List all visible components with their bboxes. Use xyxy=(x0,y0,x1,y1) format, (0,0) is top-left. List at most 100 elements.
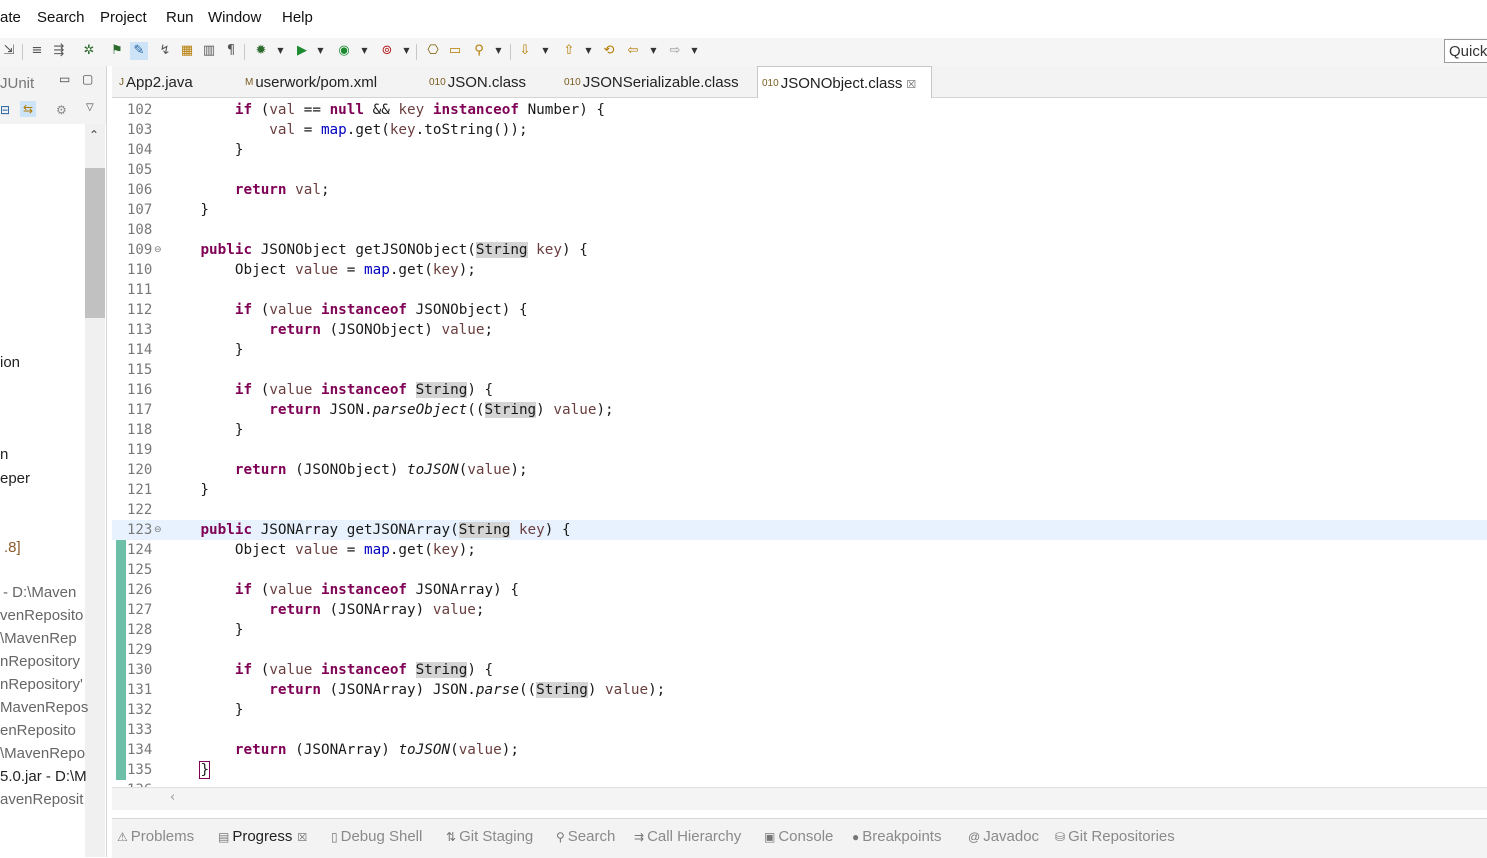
tab-userwork-pom-xml[interactable]: Muserwork/pom.xml xyxy=(241,66,415,98)
tree-item[interactable]: nRepository xyxy=(0,653,80,670)
code-line[interactable]: 118 } xyxy=(112,420,1487,440)
quick-access-input[interactable]: Quick xyxy=(1444,39,1487,63)
tree-item[interactable]: venReposito xyxy=(0,607,83,624)
tree-item[interactable]: \MavenRepo xyxy=(0,745,85,762)
collapse-all-icon[interactable]: ⊟ xyxy=(0,103,10,117)
view-tab-call-hierarchy[interactable]: ⇉ Call Hierarchy xyxy=(634,827,741,847)
word-wrap-icon[interactable]: ↯ xyxy=(156,42,174,60)
view-tab-problems[interactable]: ⚠ Problems xyxy=(117,827,194,847)
horizontal-scrollbar[interactable]: ‹ xyxy=(112,787,1487,810)
tree-item[interactable]: n xyxy=(0,446,8,463)
coverage-icon[interactable]: ◉ xyxy=(335,42,353,60)
last-edit-icon[interactable]: ⟲ xyxy=(600,42,618,60)
scroll-left-icon[interactable]: ‹ xyxy=(170,790,175,805)
code-line[interactable]: 110 Object value = map.get(key); xyxy=(112,260,1487,280)
minimize-icon[interactable]: ▭ xyxy=(59,72,70,86)
scroll-up-icon[interactable]: ⌃ xyxy=(89,128,99,142)
tree-item[interactable]: avenReposit xyxy=(0,791,83,808)
code-line[interactable]: 105 xyxy=(112,160,1487,180)
run-icon[interactable]: ▶ xyxy=(293,42,311,60)
debug-dropdown-icon[interactable]: ▼ xyxy=(276,42,285,60)
code-line[interactable]: 130 if (value instanceof String) { xyxy=(112,660,1487,680)
code-line[interactable]: 136 xyxy=(112,780,1487,787)
next-annotation-dropdown-icon[interactable]: ▼ xyxy=(541,42,550,60)
debug-skip-icon[interactable]: ✲ xyxy=(80,42,98,60)
toggle-comment-icon[interactable]: ≡ xyxy=(28,42,46,60)
code-line[interactable]: 111 xyxy=(112,280,1487,300)
code-line[interactable]: 133 xyxy=(112,720,1487,740)
menu-help[interactable]: Help xyxy=(282,9,313,26)
code-line[interactable]: 123 ⊖ public JSONArray getJSONArray(Strin… xyxy=(112,520,1487,540)
code-line[interactable]: 108 xyxy=(112,220,1487,240)
new-java-project-icon[interactable]: ⎔ xyxy=(424,42,442,60)
tab-json-class[interactable]: 010 JSON.class xyxy=(425,66,549,98)
menu-window[interactable]: Window xyxy=(208,9,261,26)
code-line[interactable]: 128 } xyxy=(112,620,1487,640)
run-dropdown-icon[interactable]: ▼ xyxy=(316,42,325,60)
code-line[interactable]: 126 if (value instanceof JSONArray) { xyxy=(112,580,1487,600)
code-line[interactable]: 131 return (JSONArray) JSON.parse((Strin… xyxy=(112,680,1487,700)
tree-item[interactable]: MavenRepos xyxy=(0,699,88,716)
tab-jsonobject-class[interactable]: 010 JSONObject.class ☒ xyxy=(757,66,932,99)
menu-run[interactable]: Run xyxy=(166,9,194,26)
view-tab-progress[interactable]: ▤ Progress ☒ xyxy=(218,827,307,848)
view-tab-git-staging[interactable]: ⇅ Git Staging xyxy=(446,827,533,847)
code-line[interactable]: 103 val = map.get(key.toString()); xyxy=(112,120,1487,140)
external-tools-dropdown-icon[interactable]: ▼ xyxy=(402,42,411,60)
code-line[interactable]: 109 ⊖ public JSONObject getJSONObject(Str… xyxy=(112,240,1487,260)
code-line[interactable]: 129 xyxy=(112,640,1487,660)
code-line[interactable]: 104 } xyxy=(112,140,1487,160)
search-dropdown-icon[interactable]: ▼ xyxy=(494,42,503,60)
menu-update[interactable]: ate xyxy=(0,9,21,26)
maximize-icon[interactable]: ▢ xyxy=(82,72,93,86)
menu-project[interactable]: Project xyxy=(100,9,147,26)
fold-toggle-icon[interactable]: ⊖ xyxy=(154,520,162,540)
code-line[interactable]: 125 xyxy=(112,560,1487,580)
code-line[interactable]: 117 return JSON.parseObject((String) val… xyxy=(112,400,1487,420)
tree-item[interactable]: ion xyxy=(0,354,20,371)
code-line[interactable]: 135 } xyxy=(112,760,1487,780)
build-icon[interactable]: ⇲ xyxy=(0,42,18,60)
open-type-icon[interactable]: ⚑ xyxy=(108,42,126,60)
code-line[interactable]: 127 return (JSONArray) value; xyxy=(112,600,1487,620)
view-tab-git-repositories[interactable]: ⛁ Git Repositories xyxy=(1055,827,1175,847)
close-view-icon[interactable]: ☒ xyxy=(297,832,307,844)
prev-annotation-dropdown-icon[interactable]: ▼ xyxy=(584,42,593,60)
search-tool-icon[interactable]: ⚲ xyxy=(470,42,488,60)
view-tab-javadoc[interactable]: @ Javadoc xyxy=(968,827,1039,847)
junit-view-title[interactable]: JUnit xyxy=(0,75,34,92)
code-line[interactable]: 120 return (JSONObject) toJSON(value); xyxy=(112,460,1487,480)
tree-item[interactable]: \MavenRep xyxy=(0,630,77,647)
pilcrow-icon[interactable]: ¶ xyxy=(222,42,240,60)
code-line[interactable]: 107 } xyxy=(112,200,1487,220)
forward-icon[interactable]: ⇨ xyxy=(666,42,684,60)
filter-icon[interactable]: ⚙ xyxy=(56,103,67,117)
tree-item[interactable]: eper xyxy=(0,470,30,487)
code-line[interactable]: 121 } xyxy=(112,480,1487,500)
external-tools-icon[interactable]: ⊚ xyxy=(378,42,396,60)
link-with-editor-icon[interactable]: ⇆ xyxy=(20,101,37,117)
tree-item[interactable]: 5.0.jar - D:\M xyxy=(0,768,87,785)
tree-item[interactable]: nRepository' xyxy=(0,676,83,693)
menu-search[interactable]: Search xyxy=(37,9,85,26)
view-tab-breakpoints[interactable]: ● Breakpoints xyxy=(852,827,941,847)
tree-item[interactable]: - D:\Maven xyxy=(3,584,76,601)
back-dropdown-icon[interactable]: ▼ xyxy=(649,42,658,60)
code-editor[interactable]: 102 if (val == null && key instanceof Nu… xyxy=(112,98,1487,787)
show-whitespace-icon[interactable]: ▦ xyxy=(178,42,196,60)
tab-jsonserializable-class[interactable]: 010 JSONSerializable.class xyxy=(560,66,744,98)
code-line[interactable]: 134 return (JSONArray) toJSON(value); xyxy=(112,740,1487,760)
prev-annotation-icon[interactable]: ⇧ xyxy=(560,42,578,60)
view-tab-debug-shell[interactable]: ▯ Debug Shell xyxy=(331,827,422,847)
junit-view-scrollbar[interactable]: ⌃ xyxy=(85,124,105,857)
tree-item[interactable]: .8] xyxy=(4,539,21,556)
next-annotation-icon[interactable]: ⇩ xyxy=(516,42,534,60)
back-icon[interactable]: ⇦ xyxy=(624,42,642,60)
mark-occurrences-icon[interactable]: ✎ xyxy=(130,42,148,60)
view-menu-icon[interactable]: ▽ xyxy=(86,102,94,113)
tab-app2-java[interactable]: J App2.java xyxy=(115,66,229,98)
tree-item[interactable]: enReposito xyxy=(0,722,76,739)
code-line[interactable]: 114 } xyxy=(112,340,1487,360)
view-tab-console[interactable]: ▣ Console xyxy=(764,827,833,847)
code-line[interactable]: 112 if (value instanceof JSONObject) { xyxy=(112,300,1487,320)
